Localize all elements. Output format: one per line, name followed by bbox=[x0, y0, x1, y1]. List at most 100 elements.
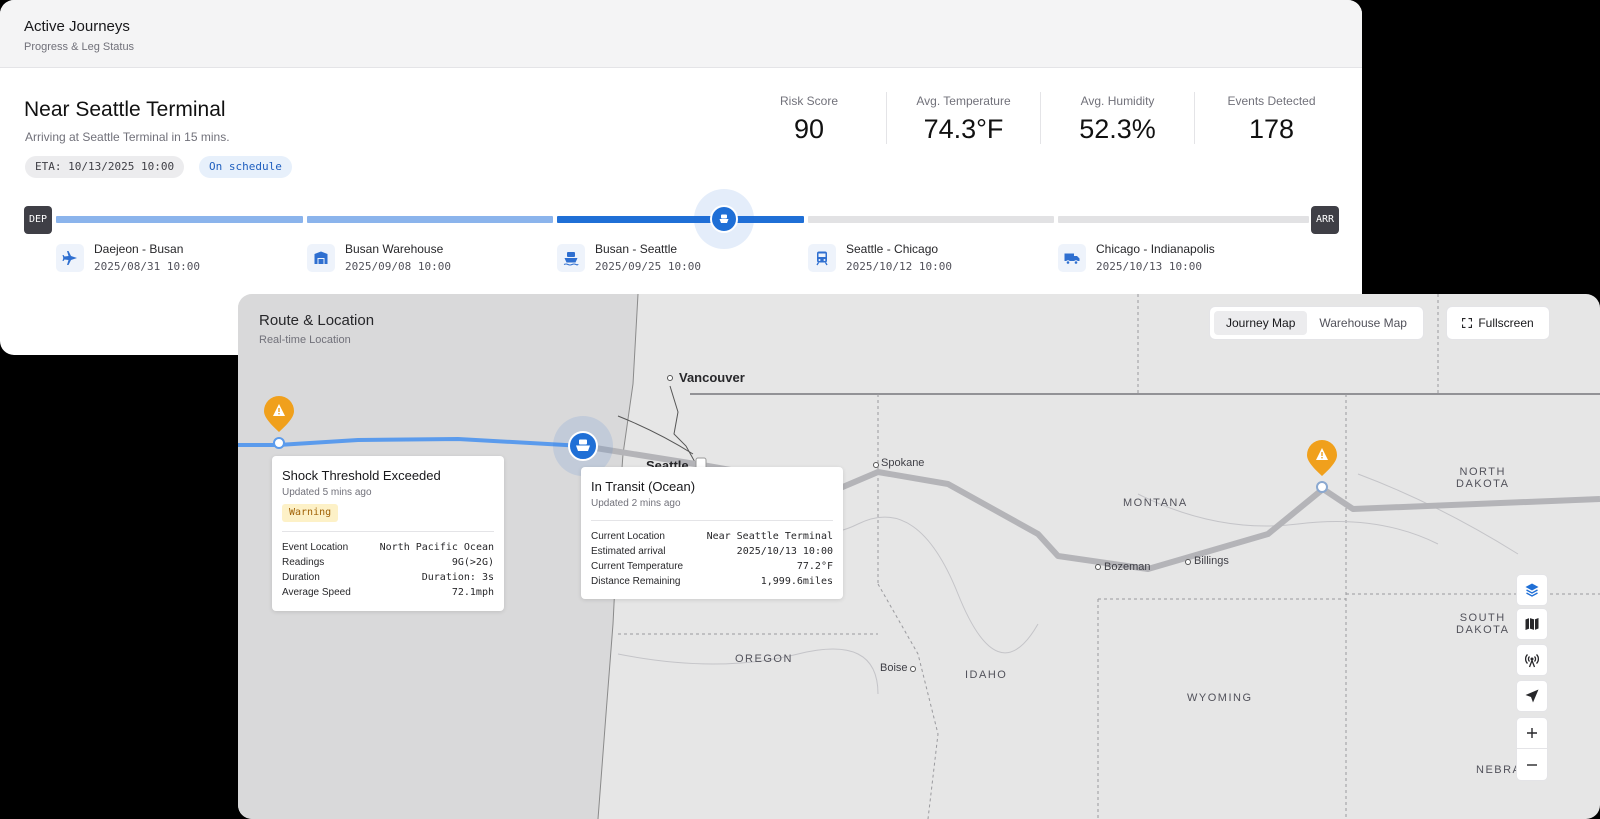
state-label-oregon: OREGON bbox=[735, 653, 793, 665]
metric-risk-score: Risk Score 90 bbox=[732, 92, 886, 144]
alert-event-point[interactable] bbox=[1316, 481, 1328, 493]
strait-shoreline bbox=[617, 415, 694, 455]
schedule-status-badge: On schedule bbox=[199, 156, 292, 178]
popup-row: Current Location Near Seattle Terminal bbox=[591, 529, 833, 544]
train-icon bbox=[808, 244, 836, 272]
row-value: 72.1mph bbox=[451, 587, 494, 598]
layers-icon bbox=[1525, 583, 1539, 597]
row-label: Current Temperature bbox=[591, 561, 684, 572]
vancouver-dot bbox=[667, 375, 673, 381]
place-label-bozeman: Bozeman bbox=[1104, 561, 1151, 573]
popup-row: Distance Remaining 1,999.6miles bbox=[591, 574, 833, 589]
state-label-line: DAKOTA bbox=[1456, 478, 1510, 490]
row-label: Distance Remaining bbox=[591, 576, 681, 587]
signal-button[interactable] bbox=[1516, 644, 1548, 676]
metric-value: 74.3°F bbox=[923, 114, 1004, 144]
shock-event-point[interactable] bbox=[273, 437, 285, 449]
metric-label: Avg. Temperature bbox=[916, 94, 1011, 108]
popup-row: Current Temperature 77.2°F bbox=[591, 559, 833, 574]
row-value: 9G(>2G) bbox=[451, 557, 494, 568]
row-value: 1,999.6miles bbox=[760, 576, 833, 587]
leg-progress-bar-1 bbox=[56, 216, 303, 223]
zoom-in-button[interactable] bbox=[1517, 718, 1547, 749]
popup-row: Duration Duration: 3s bbox=[282, 570, 494, 585]
zoom-controls bbox=[1516, 717, 1548, 781]
leg-item[interactable]: Busan - Seattle 2025/09/25 10:00 bbox=[557, 242, 701, 273]
popup-row: Estimated arrival 2025/10/13 10:00 bbox=[591, 544, 833, 559]
popup-divider bbox=[591, 520, 833, 521]
leg-progress-bar-5 bbox=[1058, 216, 1309, 223]
popup-row: Average Speed 72.1mph bbox=[282, 585, 494, 600]
spokane-dot bbox=[873, 462, 879, 468]
leg-item[interactable]: Seattle - Chicago 2025/10/12 10:00 bbox=[808, 242, 952, 273]
layers-button[interactable] bbox=[1516, 574, 1548, 606]
shock-event-popup[interactable]: Shock Threshold Exceeded Updated 5 mins … bbox=[272, 456, 504, 611]
state-label-north-dakota: NORTH DAKOTA bbox=[1456, 466, 1509, 490]
popup-row: Readings 9G(>2G) bbox=[282, 555, 494, 570]
route-map-card: Route & Location Real-time Location Jour… bbox=[238, 294, 1600, 819]
leg-item[interactable]: Busan Warehouse 2025/09/08 10:00 bbox=[307, 242, 451, 273]
locate-button[interactable] bbox=[1516, 680, 1548, 712]
state-label-idaho: IDAHO bbox=[965, 669, 1008, 681]
leg-item[interactable]: Daejeon - Busan 2025/08/31 10:00 bbox=[56, 242, 200, 273]
location-title: Near Seattle Terminal bbox=[24, 98, 226, 121]
popup-title: Shock Threshold Exceeded bbox=[282, 468, 441, 483]
metric-avg-temperature: Avg. Temperature 74.3°F bbox=[886, 92, 1040, 144]
metric-label: Events Detected bbox=[1227, 94, 1316, 108]
eta-badge: ETA: 10/13/2025 10:00 bbox=[25, 156, 185, 178]
metric-value: 52.3% bbox=[1079, 114, 1156, 144]
place-label-boise: Boise bbox=[880, 662, 908, 674]
zoom-out-icon bbox=[1527, 763, 1537, 766]
metric-avg-humidity: Avg. Humidity 52.3% bbox=[1040, 92, 1194, 144]
location-subtitle: Arriving at Seattle Terminal in 15 mins. bbox=[25, 130, 230, 144]
journey-map-tab[interactable]: Journey Map bbox=[1214, 311, 1308, 335]
leg-name: Seattle - Chicago bbox=[846, 242, 939, 256]
row-value: 77.2°F bbox=[796, 561, 833, 572]
leg-progress-bar-2 bbox=[307, 216, 553, 223]
state-label-wyoming: WYOMING bbox=[1187, 692, 1253, 704]
row-value: Near Seattle Terminal bbox=[706, 531, 833, 542]
metric-label: Risk Score bbox=[779, 94, 838, 108]
leg-date: 2025/09/08 10:00 bbox=[345, 260, 451, 273]
leg-date: 2025/09/25 10:00 bbox=[595, 260, 701, 273]
metrics-panel: Risk Score 90 Avg. Temperature 74.3°F Av… bbox=[732, 92, 1348, 144]
leg-name: Chicago - Indianapolis bbox=[1096, 242, 1215, 256]
ship-icon bbox=[557, 244, 585, 272]
row-label: Readings bbox=[282, 557, 325, 568]
card-title: Active Journeys bbox=[24, 18, 130, 35]
in-transit-popup[interactable]: In Transit (Ocean) Updated 2 mins ago Cu… bbox=[581, 467, 843, 599]
place-label-vancouver: Vancouver bbox=[679, 370, 745, 385]
metric-value: 90 bbox=[793, 114, 825, 144]
truck-icon bbox=[1058, 244, 1086, 272]
severity-badge: Warning bbox=[282, 504, 339, 522]
leg-item[interactable]: Chicago - Indianapolis 2025/10/13 10:00 bbox=[1058, 242, 1215, 273]
departure-marker: DEP bbox=[24, 206, 52, 234]
row-value: North Pacific Ocean bbox=[379, 542, 494, 553]
warehouse-map-tab[interactable]: Warehouse Map bbox=[1307, 311, 1419, 335]
card-subtitle: Progress & Leg Status bbox=[24, 41, 135, 53]
puget-sound-shoreline bbox=[669, 385, 697, 465]
warehouse-icon bbox=[307, 244, 335, 272]
warning-pin-icon[interactable] bbox=[1307, 440, 1337, 476]
ship-icon bbox=[719, 214, 729, 223]
row-label: Estimated arrival bbox=[591, 546, 666, 557]
popup-row: Event Location North Pacific Ocean bbox=[282, 540, 494, 555]
boise-dot bbox=[910, 666, 916, 672]
state-label-south-dakota: SOUTH DAKOTA bbox=[1456, 612, 1509, 636]
zoom-out-button[interactable] bbox=[1517, 749, 1547, 780]
fullscreen-label: Fullscreen bbox=[1478, 316, 1534, 330]
metric-label: Avg. Humidity bbox=[1080, 94, 1155, 108]
row-value: 2025/10/13 10:00 bbox=[736, 546, 833, 557]
arrival-marker: ARR bbox=[1311, 206, 1339, 234]
fullscreen-button[interactable]: Fullscreen bbox=[1446, 306, 1550, 340]
bozeman-dot bbox=[1095, 564, 1101, 570]
popup-updated: Updated 2 mins ago bbox=[591, 498, 681, 509]
place-label-billings: Billings bbox=[1194, 555, 1229, 567]
ship-position-marker[interactable] bbox=[710, 205, 738, 233]
map-icon bbox=[1525, 618, 1539, 630]
leg-name: Busan - Seattle bbox=[595, 242, 678, 256]
map-subtitle: Real-time Location bbox=[259, 334, 351, 346]
leg-name: Busan Warehouse bbox=[345, 242, 444, 256]
map-style-button[interactable] bbox=[1516, 608, 1548, 640]
row-label: Event Location bbox=[282, 542, 349, 553]
